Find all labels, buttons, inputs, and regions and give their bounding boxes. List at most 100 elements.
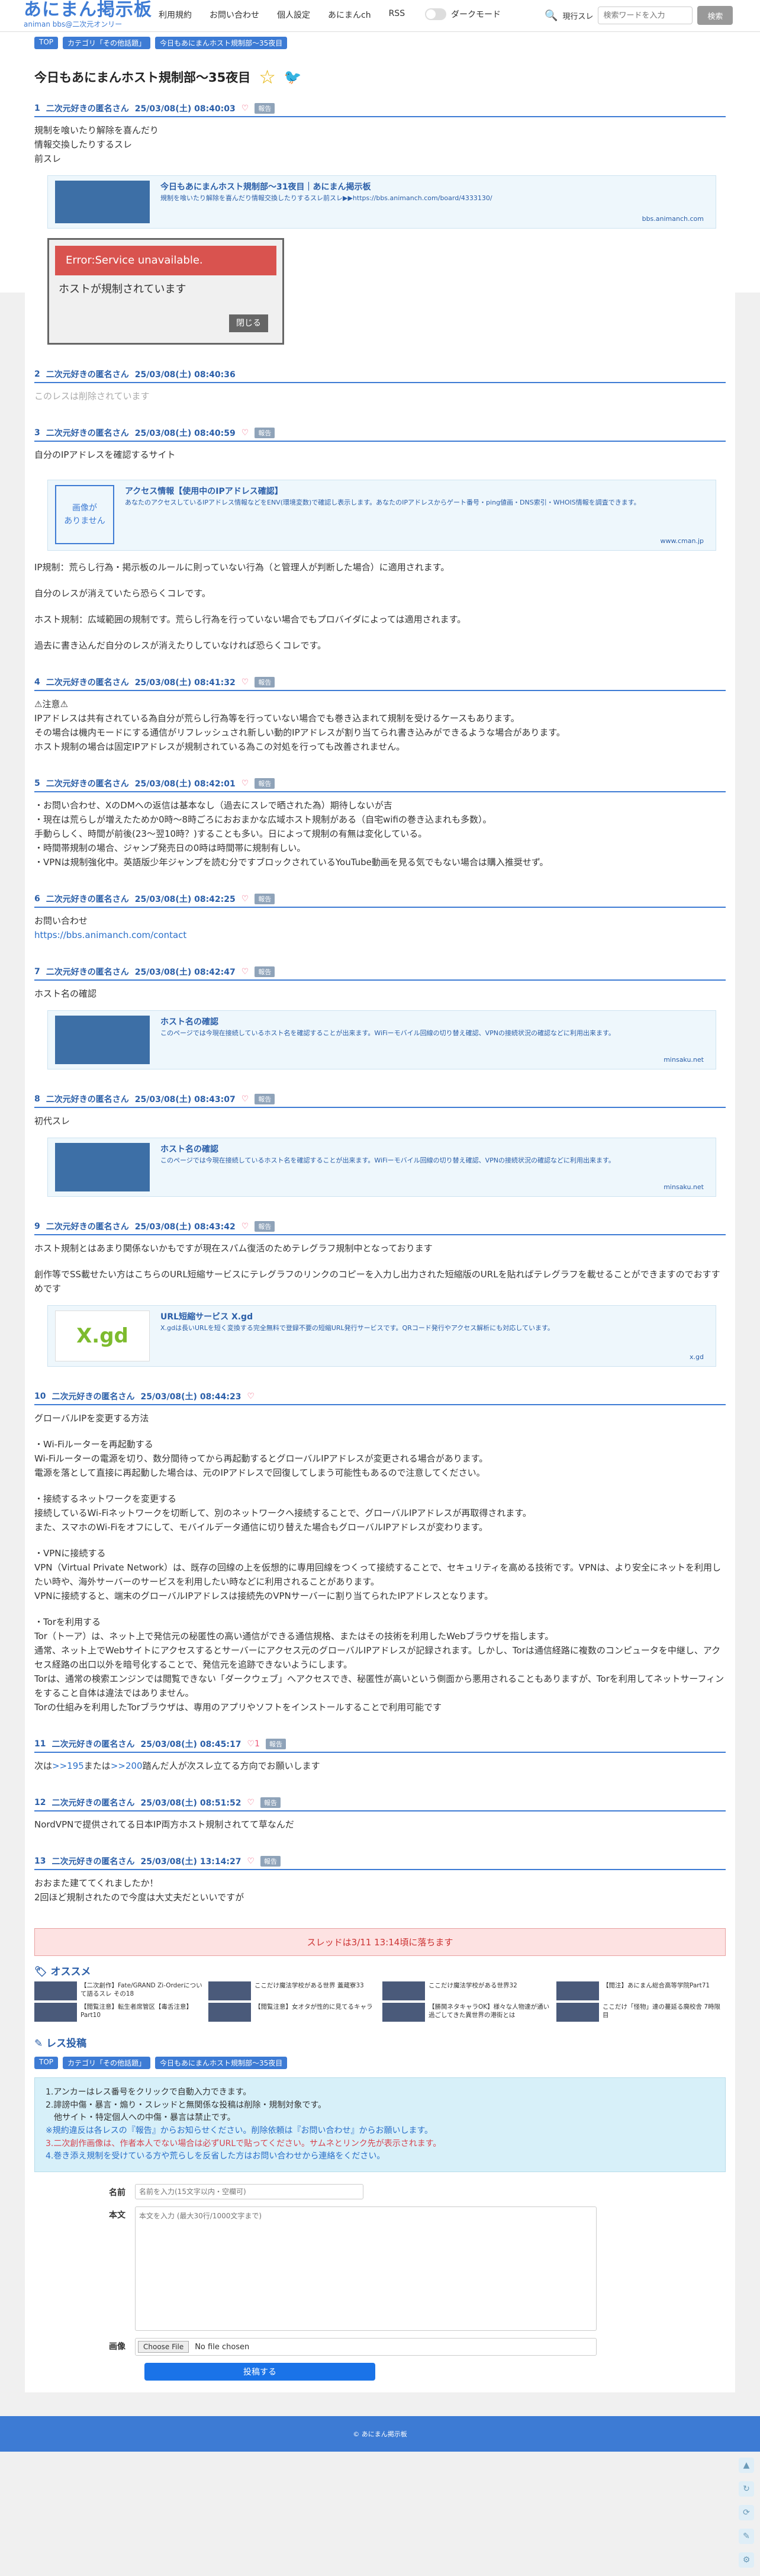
post-number[interactable]: 7	[34, 967, 40, 977]
post-date: 25/03/08(土) 08:40:36	[134, 370, 236, 380]
anchor-link[interactable]: >>200	[111, 1761, 143, 1771]
link-card-text: URL短縮サービス X.gd X.gdは長いURLを短く変換する完全無料で登録不…	[160, 1311, 709, 1361]
post-number[interactable]: 4	[34, 677, 40, 687]
post-number[interactable]: 8	[34, 1094, 40, 1104]
report-button[interactable]: 報告	[255, 103, 275, 114]
link-card[interactable]: X.gd URL短縮サービス X.gd X.gdは長いURLを短く変換する完全無…	[47, 1305, 716, 1367]
report-button[interactable]: 報告	[255, 894, 275, 904]
post-deleted-notice: このレスは削除されています	[34, 391, 150, 402]
post-header: 12 二次元好きの匿名さん 25/03/08(土) 08:51:52 ♡ 報告	[34, 1797, 726, 1811]
nav-animanch[interactable]: あにまんch	[328, 9, 371, 21]
post-number[interactable]: 9	[34, 1222, 40, 1231]
refresh-icon[interactable]: ⟳	[739, 2505, 754, 2520]
nav-rss[interactable]: RSS	[389, 9, 405, 21]
like-heart-icon[interactable]: ♡	[241, 677, 249, 687]
post-number[interactable]: 2	[34, 370, 40, 379]
link-card[interactable]: ホスト名の確認 このページでは今現在接続しているホスト名を確認することが出来ます…	[47, 1138, 716, 1197]
post-number[interactable]: 12	[34, 1798, 46, 1807]
like-heart-icon[interactable]: ♡	[241, 779, 249, 788]
report-button[interactable]: 報告	[260, 1856, 281, 1867]
report-button[interactable]: 報告	[255, 428, 275, 438]
recommend-item[interactable]: ここだけ魔法学校がある世界32	[382, 1981, 552, 2002]
recommend-item[interactable]: ここだけ魔法学校がある世界 蓋蔵寮33	[208, 1981, 378, 2002]
report-button[interactable]: 報告	[255, 966, 275, 977]
body-textarea[interactable]	[135, 2206, 597, 2331]
page-title: 今日もあにまんホスト規制部〜35夜目	[34, 70, 251, 85]
twitter-share-icon[interactable]: 🐦	[284, 69, 302, 85]
link-card[interactable]: ホスト名の確認 このページでは今現在接続しているホスト名を確認することが出来ます…	[47, 1010, 716, 1069]
report-button[interactable]: 報告	[260, 1797, 281, 1808]
main-content: TOP カテゴリ「その他話題」 今日もあにまんホスト規制部〜35夜目 今日もあに…	[25, 32, 735, 2393]
recommend-item[interactable]: ここだけ「怪物」達の蔓延る廃校舎 7時限目	[556, 2003, 726, 2023]
post-number[interactable]: 6	[34, 894, 40, 904]
favorite-star-icon[interactable]: ☆	[259, 66, 276, 88]
breadcrumb-thread[interactable]: 今日もあにまんホスト規制部〜35夜目	[155, 37, 288, 49]
choose-file-button[interactable]: Choose File	[138, 2341, 189, 2353]
recommend-item[interactable]: 【閲注】あにまん総合高等学院Part71	[556, 1981, 726, 2002]
search-input[interactable]	[598, 7, 693, 24]
post-5: 5 二次元好きの匿名さん 25/03/08(土) 08:42:01 ♡ 報告 ・…	[34, 778, 726, 869]
post-date: 25/03/08(土) 08:44:23	[140, 1392, 241, 1402]
reload-icon[interactable]: ↻	[739, 2481, 754, 2497]
link-card[interactable]: 画像が ありません アクセス情報【使用中のIPアドレス確認】 あなたのアクセスし…	[47, 480, 716, 551]
anchor-link[interactable]: >>195	[52, 1761, 84, 1771]
nav-settings[interactable]: 個人設定	[277, 9, 310, 21]
like-heart-icon[interactable]: ♡	[247, 1798, 255, 1807]
recommend-thumbnail	[34, 2003, 77, 2022]
post-body: お問い合わせ https://bbs.animanch.com/contact	[34, 908, 726, 942]
scroll-up-icon[interactable]: ▲	[739, 2458, 754, 2473]
like-heart-icon[interactable]: ♡	[241, 428, 249, 438]
breadcrumb-top[interactable]: TOP	[34, 37, 59, 49]
site-logo[interactable]: あにまん掲示板 animan bbs@二次元オンリー	[24, 0, 152, 28]
like-heart-icon[interactable]: ♡	[241, 1222, 249, 1231]
report-button[interactable]: 報告	[255, 677, 275, 688]
recommend-item[interactable]: 【勝鬨ネタキャラOK】様々な人物達が通い過ごしてきた異世界の港街とは	[382, 2003, 552, 2023]
recommend-item[interactable]: 【閲覧注意】転生者席管区【毒舌注意】Part10	[34, 2003, 204, 2023]
recommend-item[interactable]: 【閲覧注意】女オタが性的に見てるキャラ	[208, 2003, 378, 2023]
contact-link[interactable]: https://bbs.animanch.com/contact	[34, 930, 186, 940]
post-header: 9 二次元好きの匿名さん 25/03/08(土) 08:43:42 ♡ 報告	[34, 1220, 726, 1235]
link-card[interactable]: 今日もあにまんホスト規制部〜31夜目｜あにまん掲示板 規制を喰いたり解除を喜んだ…	[47, 175, 716, 229]
nav-contact[interactable]: お問い合わせ	[210, 9, 259, 21]
settings-gear-icon[interactable]: ⚙	[739, 2552, 754, 2568]
post-header: 10 二次元好きの匿名さん 25/03/08(土) 08:44:23 ♡	[34, 1390, 726, 1405]
recommend-column: ここだけ魔法学校がある世界 蓋蔵寮33 【閲覧注意】女オタが性的に見てるキャラ	[208, 1981, 378, 2024]
like-heart-icon[interactable]: ♡	[241, 967, 249, 977]
post-line: 規制を喰いたり解除を喜んだり	[34, 125, 159, 136]
report-button[interactable]: 報告	[255, 778, 275, 789]
report-button[interactable]: 報告	[255, 1094, 275, 1104]
post-number[interactable]: 13	[34, 1856, 46, 1866]
like-heart-icon[interactable]: ♡	[247, 1856, 255, 1866]
name-input[interactable]	[135, 2184, 363, 2200]
breadcrumb-category[interactable]: カテゴリ「その他話題」	[63, 2057, 151, 2069]
post-image[interactable]: Error:Service unavailable. ホストが規制されています …	[47, 238, 284, 345]
breadcrumb-top[interactable]: TOP	[34, 2057, 59, 2069]
post-author: 二次元好きの匿名さん	[51, 1857, 135, 1867]
dark-mode-toggle[interactable]	[425, 8, 446, 20]
search-scope-select[interactable]: 現行スレ	[562, 10, 593, 21]
search-button[interactable]: 検索	[697, 6, 733, 25]
post-number[interactable]: 10	[34, 1392, 46, 1401]
link-card-domain: www.cman.jp	[660, 537, 704, 545]
like-heart-icon[interactable]: ♡	[241, 104, 249, 113]
breadcrumb-category[interactable]: カテゴリ「その他話題」	[63, 37, 151, 49]
like-heart-icon[interactable]: ♡	[247, 1392, 255, 1401]
report-button[interactable]: 報告	[265, 1739, 286, 1749]
breadcrumb-thread[interactable]: 今日もあにまんホスト規制部〜35夜目	[155, 2057, 288, 2069]
post-number[interactable]: 5	[34, 779, 40, 788]
post-header: 11 二次元好きの匿名さん 25/03/08(土) 08:45:17 ♡1 報告	[34, 1738, 726, 1753]
like-heart-icon[interactable]: ♡	[241, 894, 249, 904]
post-number[interactable]: 3	[34, 428, 40, 438]
report-button[interactable]: 報告	[255, 1221, 275, 1232]
submit-button[interactable]: 投稿する	[144, 2363, 375, 2381]
rule-line: 他サイト・特定個人への中傷・暴言は禁止です。	[46, 2113, 236, 2123]
post-number[interactable]: 11	[34, 1739, 46, 1749]
edit-icon[interactable]: ✎	[739, 2529, 754, 2544]
post-number[interactable]: 1	[34, 104, 40, 113]
recommend-item[interactable]: 【二次創作】Fate/GRAND Zi-Orderについて語るスレ その18	[34, 1981, 204, 2002]
post-line: 前スレ	[34, 153, 62, 164]
post-body: 次は>>195または>>200踏んだ人が次スレ立てる方向でお願いします	[34, 1753, 726, 1773]
nav-terms[interactable]: 利用規約	[159, 9, 192, 21]
like-heart-icon[interactable]: ♡	[241, 1094, 249, 1104]
like-heart-icon[interactable]: ♡1	[247, 1739, 259, 1749]
